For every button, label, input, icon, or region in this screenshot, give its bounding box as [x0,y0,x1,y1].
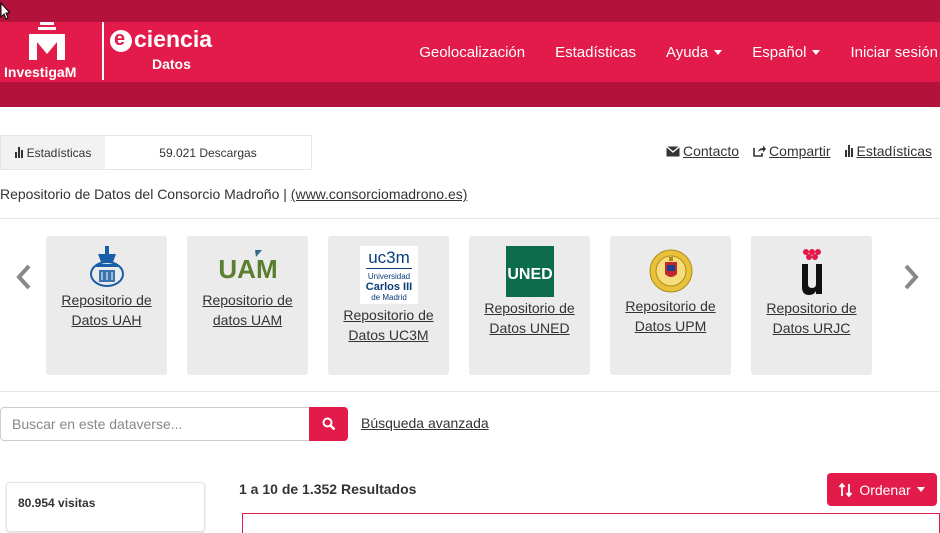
uned-logo-icon: UNED [505,246,554,297]
eciencia-logo[interactable]: e ciencia Datos [110,26,240,76]
visits-count: 80.954 visitas [18,496,96,510]
advanced-search-link[interactable]: Búsqueda avanzada [361,415,489,431]
caret-down-icon [916,487,925,492]
contact-link[interactable]: Contacto [666,143,739,159]
repo-card-label: Repositorio de Datos UC3M [343,307,434,343]
divider [0,391,940,392]
search-icon [322,417,335,431]
svg-text:Universidad: Universidad [367,272,409,281]
repo-card-label: Repositorio de Datos UNED [484,300,575,336]
envelope-icon [666,145,680,156]
urjc-logo-icon [801,249,822,295]
investigam-text: InvestigaM [4,64,77,80]
mouse-cursor-icon [0,2,10,20]
repo-card-uned[interactable]: UNED Repositorio de Datos UNED [469,236,590,375]
repo-card-upm[interactable]: Repositorio de Datos UPM [610,236,731,375]
svg-text:Carlos III: Carlos III [365,281,411,293]
upm-logo-icon [649,249,692,293]
metrics-label: Estadísticas [1,136,105,169]
dataverse-description: Repositorio de Datos del Consorcio Madro… [0,186,468,202]
search-input[interactable] [0,407,310,441]
uam-logo-icon: UAM [218,250,277,282]
nav-ayuda-dropdown[interactable]: Ayuda [666,44,723,61]
navbar: InvestigaM e ciencia Datos Geolocalizaci… [0,22,940,82]
nav-geolocalizacion[interactable]: Geolocalización [419,44,525,61]
metrics-block: Estadísticas 59.021 Descargas [0,135,312,170]
investigam-logo[interactable]: InvestigaM [2,22,90,82]
bar-chart-icon [844,144,854,157]
eciencia-subtitle: Datos [152,56,191,72]
eciencia-e-icon: e [110,28,132,52]
bar-chart-icon [14,147,24,158]
repo-card-uam[interactable]: UAM Repositorio de datos UAM [187,236,308,375]
repo-card-urjc[interactable]: Repositorio de Datos URJC [751,236,872,375]
consortium-url-link[interactable]: (www.consorciomadrono.es) [291,186,468,202]
uc3m-logo-icon: uc3m Universidad Carlos III de Madrid [359,246,418,304]
header-top-strip [0,0,940,22]
eciencia-title: ciencia [134,26,212,52]
caret-down-icon [812,49,821,55]
repo-card-label: Repositorio de datos UAM [202,292,293,328]
header-bottom-strip [0,82,940,107]
repo-card-label: Repositorio de Datos UPM [625,298,716,334]
svg-text:uc3m: uc3m [368,248,410,267]
main-nav: Geolocalización Estadísticas Ayuda Españ… [389,22,940,82]
nav-login[interactable]: Iniciar sesión [850,44,938,61]
nav-estadisticas[interactable]: Estadísticas [555,44,636,61]
share-link[interactable]: Compartir [753,143,831,159]
repo-card-uah[interactable]: Repositorio de Datos UAH [46,236,167,375]
search-button[interactable] [309,407,348,441]
downloads-count: 59.021 Descargas [159,145,257,160]
svg-text:de Madrid: de Madrid [371,293,407,302]
carousel-prev-icon[interactable] [12,262,36,292]
visits-box: 80.954 visitas [6,482,205,532]
divider [0,218,940,219]
investigam-m-icon [29,22,65,60]
result-list-frame [242,513,940,533]
carousel-next-icon[interactable] [899,262,923,292]
svg-text:UNED: UNED [507,266,552,283]
uah-logo-icon [89,246,124,287]
repo-card-label: Repositorio de Datos URJC [766,300,857,336]
results-count: 1 a 10 de 1.352 Resultados [239,481,417,497]
nav-language-dropdown[interactable]: Español [752,44,821,61]
brand-divider [102,22,104,80]
caret-down-icon [714,49,723,55]
svg-text:UAM: UAM [218,254,277,282]
action-links: Contacto Compartir Estadísticas [652,143,932,159]
sort-button[interactable]: Ordenar [827,473,937,506]
repo-card-label: Repositorio de Datos UAH [61,292,152,328]
share-icon [753,145,767,157]
sort-icon [839,482,853,497]
stats-link[interactable]: Estadísticas [844,143,932,159]
repo-card-uc3m[interactable]: uc3m Universidad Carlos III de Madrid Re… [328,236,449,375]
